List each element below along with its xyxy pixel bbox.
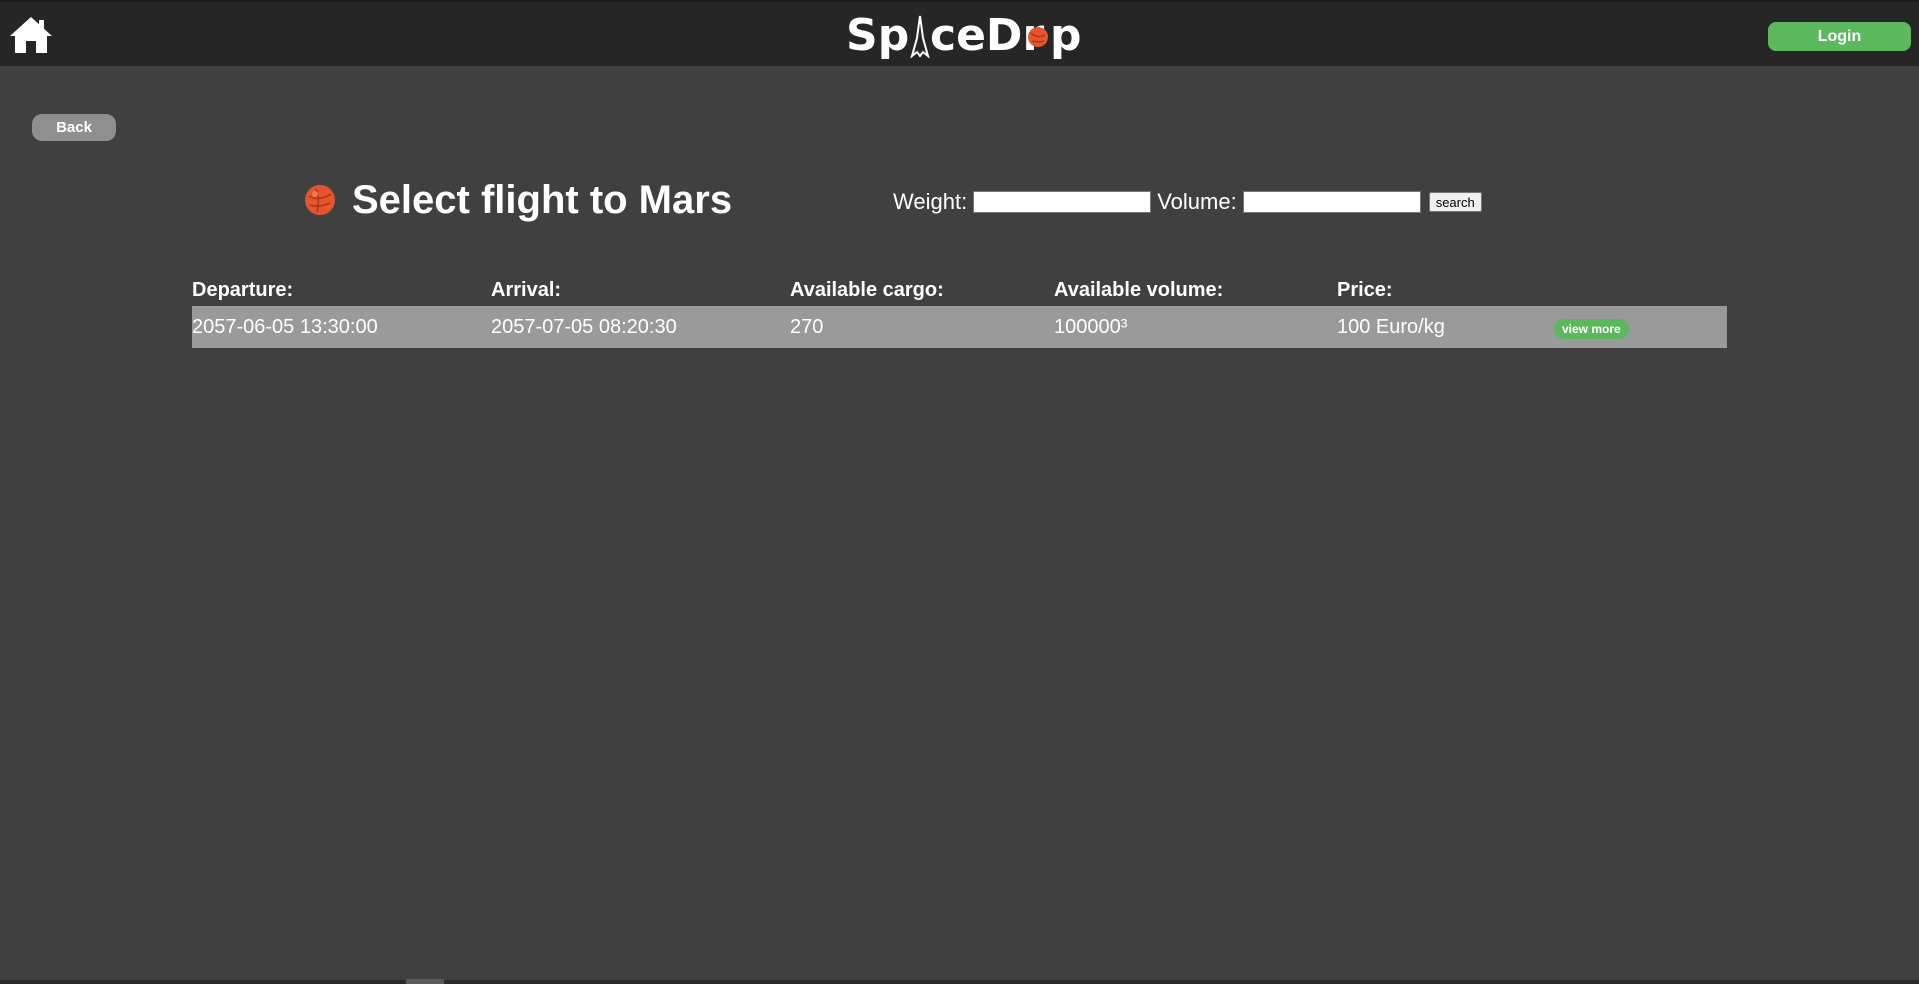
page-title: Select flight to Mars — [352, 177, 733, 222]
table-row: 2057-06-05 13:30:00 2057-07-05 08:20:30 … — [192, 306, 1727, 348]
column-header-volume: Available volume: — [1054, 279, 1224, 301]
flights-table: Departure: Arrival: Available cargo: Ava… — [192, 270, 1727, 348]
search-filters: Weight: Volume: search — [893, 188, 1482, 216]
svg-text:ceDr: ceDr — [930, 10, 1044, 61]
arrival-cell: 2057-07-05 08:20:30 — [491, 315, 677, 338]
page-header: Select flight to Mars — [304, 176, 732, 224]
column-header-action — [1554, 270, 1727, 306]
svg-text:Sp: Sp — [846, 10, 909, 61]
spacedrop-logo[interactable]: Sp ceDr p — [846, 8, 1082, 62]
column-header-departure: Departure: — [192, 279, 294, 301]
column-header-arrival: Arrival: — [491, 279, 562, 301]
action-cell: view more — [1554, 306, 1727, 348]
top-navbar: Sp ceDr p Login — [0, 0, 1919, 66]
bottom-edge — [0, 980, 1919, 984]
column-header-cargo: Available cargo: — [790, 279, 944, 301]
back-button[interactable]: Back — [32, 114, 116, 141]
search-button[interactable]: search — [1428, 192, 1482, 212]
cargo-cell: 270 — [790, 315, 824, 338]
volume-input[interactable] — [1242, 191, 1421, 213]
login-button[interactable]: Login — [1768, 22, 1911, 51]
column-header-price: Price: — [1337, 279, 1393, 301]
view-more-button[interactable]: view more — [1554, 318, 1629, 339]
weight-input[interactable] — [973, 191, 1152, 213]
volume-cell: 100000³ — [1054, 315, 1128, 338]
price-cell: 100 Euro/kg — [1337, 315, 1445, 338]
weight-label: Weight: — [893, 189, 968, 214]
departure-cell: 2057-06-05 13:30:00 — [192, 315, 378, 338]
scroll-indicator[interactable] — [406, 979, 444, 984]
volume-label: Volume: — [1157, 189, 1237, 214]
table-header-row: Departure: Arrival: Available cargo: Ava… — [192, 270, 1727, 306]
home-icon[interactable] — [8, 14, 54, 56]
svg-text:p: p — [1050, 10, 1080, 61]
mars-icon — [305, 185, 335, 215]
